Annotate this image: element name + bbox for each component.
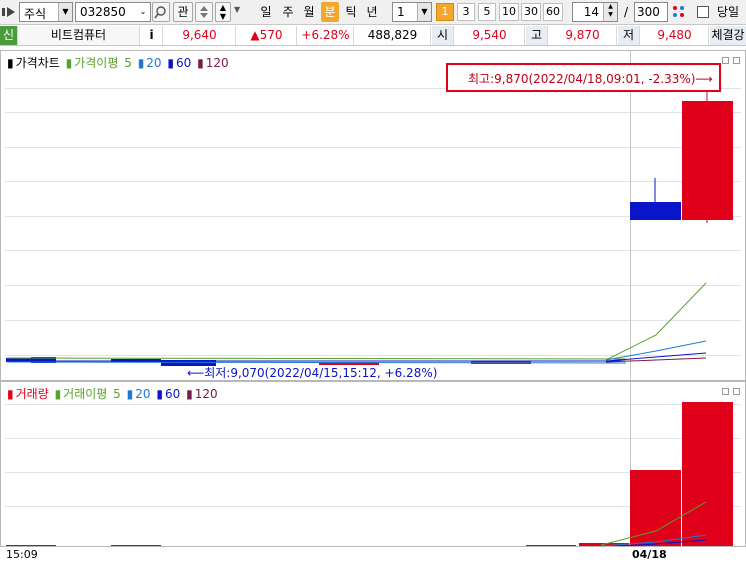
minute-3-button[interactable]: 3 xyxy=(457,3,475,21)
total-count-value: 300 xyxy=(637,5,660,19)
low-annotation: ⟵최저:9,070(2022/04/15,15:12, +6.28%) xyxy=(187,366,438,380)
search-icon xyxy=(154,6,166,19)
info-button[interactable]: i xyxy=(141,26,163,45)
stock-name: 비트컴퓨터 xyxy=(18,26,140,45)
price-plot xyxy=(6,92,733,366)
stepper-arrows-icon[interactable]: ▲ ▼ xyxy=(603,3,617,21)
change-rate: +6.28% xyxy=(298,26,354,45)
period-week[interactable]: 주 xyxy=(279,2,297,22)
high-label: 고 xyxy=(526,26,548,45)
updown-icon xyxy=(200,6,208,18)
total-count-input[interactable]: 300 xyxy=(634,2,668,22)
stock-code-value: 032850 xyxy=(80,5,126,19)
count-value: 14 xyxy=(583,5,599,19)
period-day[interactable]: 일 xyxy=(257,2,275,22)
volume-bar-last xyxy=(682,402,733,546)
minute-10-button[interactable]: 10 xyxy=(499,3,519,21)
time-axis-date: 04/18 xyxy=(632,548,667,561)
ma5-line xyxy=(6,357,627,360)
period-month[interactable]: 월 xyxy=(300,2,318,22)
count-stepper[interactable]: 14 ▲ ▼ xyxy=(572,2,618,22)
period-minute[interactable]: 분 xyxy=(321,2,339,22)
link-icon[interactable] xyxy=(2,5,16,19)
spin-button[interactable]: ▲ ▼ xyxy=(215,2,231,22)
minute-60-button[interactable]: 60 xyxy=(543,3,563,21)
low-price: 9,480 xyxy=(641,26,709,45)
open-price: 9,540 xyxy=(455,26,525,45)
interval-value: 1 xyxy=(397,5,405,19)
exec-strength-label: 체결강 xyxy=(710,26,746,45)
chevron-down-icon[interactable]: ▼ xyxy=(234,5,240,14)
chart-window: 주식 ▼ 032850 ⌄ 관 ▲ ▼ ▼ 일 주 월 분 틱 년 1 ▼ 1 3… xyxy=(0,0,746,562)
today-checkbox[interactable] xyxy=(697,6,709,18)
low-label: 저 xyxy=(618,26,640,45)
high-price: 9,870 xyxy=(549,26,617,45)
prev-next-button[interactable] xyxy=(195,2,213,22)
candle-up-last xyxy=(682,101,733,220)
price-chart-panel[interactable]: ▮ 가격차트 ▮ 가격이평 5 ▮ 20 ▮ 60 ▮ 120 최고:9,870(2022… xyxy=(0,50,746,381)
ma20-line xyxy=(6,361,627,364)
chevron-down-icon[interactable]: ▼ xyxy=(58,3,72,21)
minute-30-button[interactable]: 30 xyxy=(521,3,541,21)
interest-button[interactable]: 관 xyxy=(173,2,193,22)
chevron-down-icon[interactable]: ⌄ xyxy=(136,3,150,21)
volume-chart-panel[interactable]: ▮ 거래량 ▮ 거래이평 5 ▮ 20 ▮ 60 ▮ 120 xyxy=(0,381,746,547)
period-tick[interactable]: 틱 xyxy=(342,2,360,22)
settings-dots-icon[interactable] xyxy=(671,4,687,20)
market-type-value: 주식 xyxy=(24,7,47,21)
period-year[interactable]: 년 xyxy=(363,2,381,22)
market-badge: 신 xyxy=(0,26,18,45)
candle-down-last xyxy=(630,202,681,220)
today-label: 당일 xyxy=(716,5,740,19)
chevron-down-icon[interactable]: ▼ xyxy=(417,3,431,21)
ma5-rise xyxy=(605,282,707,361)
interval-select[interactable]: 1 ▼ xyxy=(392,2,432,22)
volume-plot xyxy=(6,402,733,546)
price-change: ▲570 xyxy=(237,26,297,45)
volume-value: 488,829 xyxy=(355,26,431,45)
stock-code-input[interactable]: 032850 ⌄ xyxy=(75,2,151,22)
time-axis-start: 15:09 xyxy=(6,548,38,561)
count-separator: / xyxy=(623,5,629,19)
minute-1-button[interactable]: 1 xyxy=(436,3,454,21)
search-button[interactable] xyxy=(152,2,170,22)
toolbar: 주식 ▼ 032850 ⌄ 관 ▲ ▼ ▼ 일 주 월 분 틱 년 1 ▼ 1 3… xyxy=(0,0,746,24)
open-label: 시 xyxy=(432,26,454,45)
minute-5-button[interactable]: 5 xyxy=(478,3,496,21)
time-axis: 15:09 04/18 xyxy=(0,546,746,562)
quote-bar: 신 비트컴퓨터 i 9,640 ▲570 +6.28% 488,829 시 9,… xyxy=(0,24,746,46)
current-price: 9,640 xyxy=(164,26,236,45)
market-type-select[interactable]: 주식 ▼ xyxy=(19,2,73,22)
